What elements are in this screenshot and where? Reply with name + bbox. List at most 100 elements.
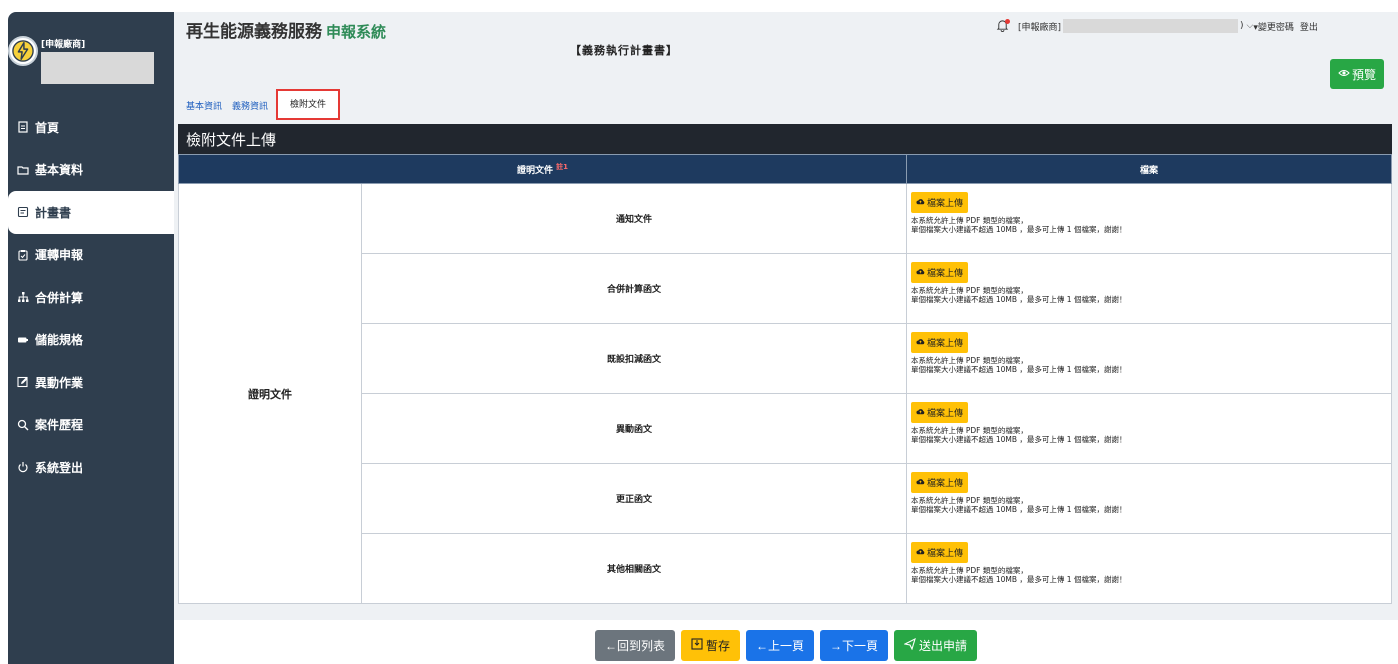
vendor-name-redacted	[41, 52, 154, 84]
user-name-redacted	[1063, 19, 1239, 33]
battery-icon	[16, 333, 30, 347]
file-upload-button[interactable]: 檔案上傳	[911, 542, 969, 563]
upload-note: 本系統允許上傳 PDF 類型的檔案， 單個檔案大小建議不超過 10MB ，最多可上…	[911, 286, 1387, 304]
file-cell: 檔案上傳本系統允許上傳 PDF 類型的檔案， 單個檔案大小建議不超過 10MB ，…	[906, 533, 1392, 604]
tab-obligation-info[interactable]: 義務資訊	[228, 99, 274, 120]
cloud-upload-icon	[916, 547, 925, 558]
preview-label: 預覽	[1351, 67, 1376, 82]
sidebar-item-label: 異動作業	[35, 375, 84, 390]
cloud-upload-icon	[916, 477, 925, 488]
list-icon	[16, 205, 30, 219]
file-cell: 檔案上傳本系統允許上傳 PDF 類型的檔案， 單個檔案大小建議不超過 10MB ，…	[906, 463, 1392, 534]
sidebar-item-basic-data[interactable]: 基本資料	[8, 149, 174, 192]
sidebar-item-label: 基本資料	[35, 163, 84, 178]
upload-note: 本系統允許上傳 PDF 類型的檔案， 單個檔案大小建議不超過 10MB ，最多可上…	[911, 426, 1387, 444]
brand-title: 再生能源義務服務 申報系統	[186, 17, 386, 42]
sidebar-item-case-history[interactable]: 案件歷程	[8, 404, 174, 447]
upload-note: 本系統允許上傳 PDF 類型的檔案， 單個檔案大小建議不超過 10MB ，最多可上…	[911, 356, 1387, 374]
sidebar-item-label: 案件歷程	[35, 418, 84, 433]
file-upload-button[interactable]: 檔案上傳	[911, 192, 969, 213]
submit-application-button[interactable]: 送出申請	[894, 629, 978, 661]
user-bar: [申報廠商] ) ⌵ ▾變更密碼 登出	[996, 18, 1318, 34]
app-root: [申報廠商] 首頁 基本資料 計畫書 運轉申報 合併計算 儲能規格 異動作業 案…	[0, 0, 1398, 664]
col-header-note: 註1	[556, 163, 569, 171]
file-cell: 檔案上傳本系統允許上傳 PDF 類型的檔案， 單個檔案大小建議不超過 10MB ，…	[906, 393, 1392, 464]
upload-note-line2: 單個檔案大小建議不超過 10MB ，最多可上傳 1 個檔案，謝謝！	[911, 505, 1127, 514]
upload-note-line1: 本系統允許上傳 PDF 類型的檔案，	[911, 356, 1028, 365]
upload-note-line1: 本系統允許上傳 PDF 類型的檔案，	[911, 216, 1028, 225]
cloud-upload-icon	[916, 407, 925, 418]
doc-name: 通知文件	[361, 183, 907, 254]
upload-note-line2: 單個檔案大小建議不超過 10MB ，最多可上傳 1 個檔案，謝謝！	[911, 575, 1127, 584]
sidebar-item-merge-calc[interactable]: 合併計算	[8, 276, 174, 319]
upload-label: 檔案上傳	[927, 268, 964, 278]
table-body: 證明文件 通知文件 檔案上傳 本系統允許上傳 PDF 類型的檔案， 單個檔案大小建議不超…	[178, 183, 1392, 604]
submit-label: 送出申請	[919, 638, 968, 653]
upload-note-line1: 本系統允許上傳 PDF 類型的檔案，	[911, 566, 1028, 575]
clipboard-icon	[16, 248, 30, 262]
sidebar-item-label: 系統登出	[35, 460, 84, 475]
sidebar-item-label: 運轉申報	[35, 248, 84, 263]
previous-page-button[interactable]: ←上一頁	[745, 629, 814, 661]
table-row: 證明文件 通知文件 檔案上傳 本系統允許上傳 PDF 類型的檔案， 單個檔案大小建議不超…	[178, 183, 1392, 604]
file-upload-button[interactable]: 檔案上傳	[911, 332, 969, 353]
sidebar-item-storage-spec[interactable]: 儲能規格	[8, 319, 174, 362]
next-page-button[interactable]: →下一頁	[820, 629, 889, 661]
tab-bar: 基本資訊 義務資訊 檢附文件	[182, 89, 341, 120]
change-password-link[interactable]: ▾變更密碼	[1253, 20, 1294, 33]
sidebar-item-operation-report[interactable]: 運轉申報	[8, 234, 174, 277]
file-cell: 檔案上傳本系統允許上傳 PDF 類型的檔案， 單個檔案大小建議不超過 10MB ，…	[906, 323, 1392, 394]
upload-label: 檔案上傳	[927, 478, 964, 488]
back-to-list-button[interactable]: ←回到列表	[594, 629, 675, 661]
col-header-file: 檔案	[906, 154, 1392, 184]
upload-note: 本系統允許上傳 PDF 類型的檔案， 單個檔案大小建議不超過 10MB ，最多可上…	[911, 566, 1387, 584]
edit-icon	[16, 375, 30, 389]
group-label: 證明文件	[178, 183, 362, 604]
upload-table: 證明文件 註1 檔案 證明文件 通知文件 檔案上傳 本系統允許上傳 PDF 類型的檔案…	[178, 154, 1392, 604]
upload-note-line1: 本系統允許上傳 PDF 類型的檔案，	[911, 286, 1028, 295]
save-label: 暫存	[705, 638, 730, 653]
file-upload-button[interactable]: 檔案上傳	[911, 402, 969, 423]
send-icon	[903, 637, 916, 653]
cloud-upload-icon	[916, 197, 925, 208]
upload-label: 檔案上傳	[927, 548, 964, 558]
brand-name: 再生能源義務服務	[186, 22, 322, 42]
doc-name: 既設扣減函文	[361, 323, 907, 394]
doc-name: 其他相關函文	[361, 533, 907, 604]
sidebar-item-home[interactable]: 首頁	[8, 106, 174, 149]
upload-note: 本系統允許上傳 PDF 類型的檔案， 單個檔案大小建議不超過 10MB ，最多可上…	[911, 496, 1387, 514]
save-draft-button[interactable]: 暫存	[680, 629, 740, 661]
section-title: 檢附文件上傳	[178, 124, 1392, 154]
bell-icon[interactable]	[996, 19, 1010, 33]
notification-dot	[1005, 19, 1010, 24]
sidebar: [申報廠商] 首頁 基本資料 計畫書 運轉申報 合併計算 儲能規格 異動作業 案…	[8, 12, 174, 664]
upload-label: 檔案上傳	[927, 338, 964, 348]
sidebar-item-logout[interactable]: 系統登出	[8, 446, 174, 489]
cloud-upload-icon	[916, 337, 925, 348]
file-upload-button[interactable]: 檔案上傳	[911, 262, 969, 283]
header: 再生能源義務服務 申報系統 【義務執行計畫書】 [申報廠商] ) ⌵ ▾變更密碼 …	[174, 12, 1398, 120]
upload-note-line2: 單個檔案大小建議不超過 10MB ，最多可上傳 1 個檔案，謝謝！	[911, 435, 1127, 444]
logout-link[interactable]: 登出	[1300, 20, 1318, 33]
sidebar-item-change-ops[interactable]: 異動作業	[8, 361, 174, 404]
folder-icon	[16, 163, 30, 177]
search-icon	[16, 418, 30, 432]
user-prefix: [申報廠商]	[1018, 22, 1062, 33]
tab-attached-docs[interactable]: 檢附文件	[276, 89, 341, 120]
sitemap-icon	[16, 290, 30, 304]
sidebar-item-label: 首頁	[35, 120, 60, 135]
upload-label: 檔案上傳	[927, 198, 964, 208]
chevron-down-icon[interactable]: ⌵	[1247, 21, 1254, 31]
save-icon	[691, 637, 703, 653]
upload-note-line2: 單個檔案大小建議不超過 10MB ，最多可上傳 1 個檔案，謝謝！	[911, 365, 1127, 374]
upload-note-line2: 單個檔案大小建議不超過 10MB ，最多可上傳 1 個檔案，謝謝！	[911, 295, 1127, 304]
tab-basic-info[interactable]: 基本資訊	[182, 99, 228, 120]
power-icon	[16, 460, 30, 474]
file-cell: 檔案上傳本系統允許上傳 PDF 類型的檔案， 單個檔案大小建議不超過 10MB ，…	[906, 253, 1392, 324]
sidebar-item-plan[interactable]: 計畫書	[8, 191, 174, 234]
file-upload-button[interactable]: 檔案上傳	[911, 472, 969, 493]
preview-button[interactable]: 預覽	[1330, 59, 1384, 89]
doc-name: 更正函文	[361, 463, 907, 534]
sidebar-item-label: 計畫書	[35, 205, 72, 220]
brand-subtitle: 申報系統	[326, 23, 387, 41]
